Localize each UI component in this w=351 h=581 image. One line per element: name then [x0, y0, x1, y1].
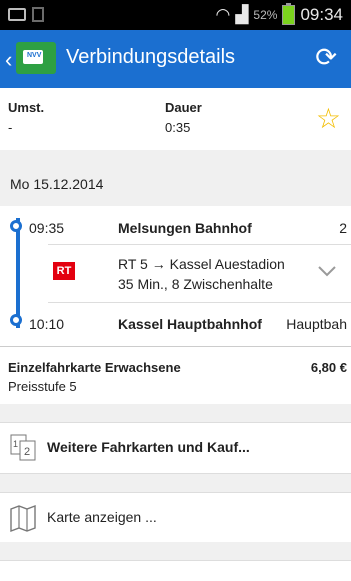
app-bar: ‹ NVV Verbindungsdetails ⟳	[0, 30, 351, 88]
expand-chevron-icon[interactable]	[317, 262, 337, 282]
sd-card-notification-icon	[32, 7, 44, 22]
back-chevron-icon[interactable]: ‹	[5, 47, 12, 73]
transport-line: RT 5 → Kassel Auestadion	[118, 256, 285, 272]
rt-badge: RT	[53, 262, 75, 280]
arrival-time: 10:10	[29, 316, 65, 332]
spacer	[0, 542, 351, 560]
image-notification-icon	[8, 8, 26, 21]
tickets-icon: 1 2	[10, 434, 36, 461]
arrival-station[interactable]: Kassel Hauptbahnhof	[118, 316, 262, 332]
spacer	[0, 404, 351, 422]
more-tickets-button[interactable]: 1 2 Weitere Fahrkarten und Kauf...	[0, 422, 351, 474]
fare-panel[interactable]: Einzelfahrkarte Erwachsene Preisstufe 5 …	[0, 346, 351, 406]
date-text: Mo 15.12.2014	[10, 176, 104, 192]
arrival-dot	[10, 314, 22, 326]
partial-list-row[interactable]	[0, 560, 351, 581]
divider	[48, 302, 351, 303]
map-icon	[10, 504, 36, 532]
logo-text: NVV	[27, 52, 42, 59]
dauer-value: 0:35	[165, 120, 191, 135]
svg-text:2: 2	[24, 446, 30, 458]
battery-icon	[282, 3, 296, 25]
signal-icon: ▟	[235, 5, 249, 24]
date-header: Mo 15.12.2014	[0, 150, 351, 207]
fare-level: Preisstufe 5	[8, 379, 77, 394]
show-map-button[interactable]: Karte anzeigen ...	[0, 492, 351, 544]
timeline	[16, 218, 20, 328]
divider	[48, 244, 351, 245]
fare-price: 6,80 €	[310, 360, 347, 375]
departure-platform: 2	[339, 220, 347, 236]
transport-details: 35 Min., 8 Zwischenhalte	[118, 276, 273, 292]
nvv-logo[interactable]: NVV	[16, 42, 56, 74]
wifi-icon: ◠	[215, 5, 231, 24]
refresh-icon[interactable]: ⟳	[315, 42, 337, 73]
spacer	[0, 474, 351, 492]
clock: 09:34	[300, 5, 343, 24]
departure-time: 09:35	[29, 220, 65, 236]
dauer-label: Dauer	[165, 100, 202, 115]
departure-dot	[10, 220, 22, 232]
page-title: Verbindungsdetails	[66, 46, 236, 68]
svg-text:1: 1	[13, 439, 18, 449]
battery-percent: 52%	[253, 8, 278, 22]
umst-value: -	[8, 120, 13, 135]
journey-section: 09:35 Melsungen Bahnhof 2 RT RT 5 → Kass…	[0, 206, 351, 344]
show-map-label: Karte anzeigen ...	[47, 509, 157, 525]
fare-name: Einzelfahrkarte Erwachsene	[8, 360, 181, 375]
arrival-platform: Hauptbah	[286, 316, 347, 332]
status-bar: ◠ ▟ 52% 09:34	[0, 0, 351, 30]
umst-label: Umst.	[8, 100, 45, 115]
summary-panel: Umst. - Dauer 0:35 ☆	[0, 88, 351, 151]
more-tickets-label: Weitere Fahrkarten und Kauf...	[47, 439, 250, 455]
favorite-star-icon[interactable]: ☆	[316, 102, 341, 135]
departure-station[interactable]: Melsungen Bahnhof	[118, 220, 252, 236]
status-bar-right: ◠ ▟ 52% 09:34	[215, 3, 343, 25]
